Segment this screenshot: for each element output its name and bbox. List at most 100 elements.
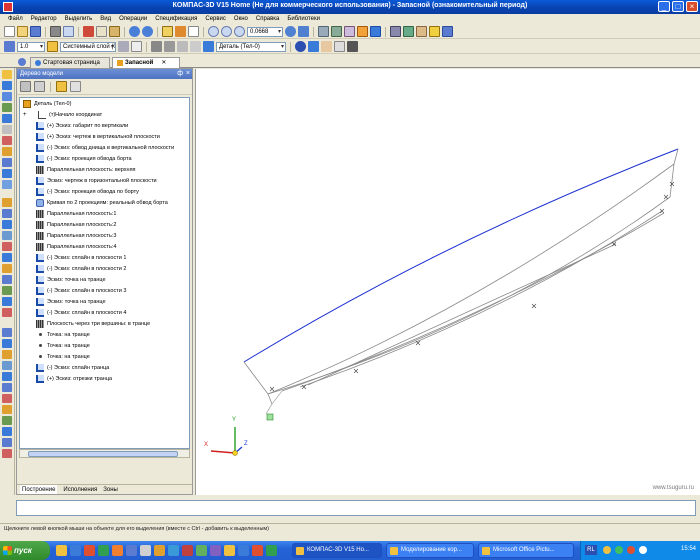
fillet-tool-icon[interactable] (2, 275, 12, 284)
offset-tool-icon[interactable] (2, 286, 12, 295)
tray-icon[interactable] (603, 546, 611, 554)
tree-item[interactable]: (-) Эскиз: сплайн в плоскости 1 (20, 252, 189, 263)
quicklaunch-icon[interactable] (266, 545, 277, 556)
part-icon[interactable] (203, 41, 214, 52)
expand-icon[interactable]: + (23, 112, 30, 118)
quicklaunch-icon[interactable] (84, 545, 95, 556)
tree-item[interactable]: (-) Эскиз: обвод днища в вертикальной пл… (20, 142, 189, 153)
menu-window[interactable]: Окно (234, 16, 248, 22)
tab-close-icon[interactable]: ✕ (161, 58, 166, 69)
tree-item[interactable]: Параллельная плоскость:1 (20, 208, 189, 219)
curve-2-proj-icon[interactable] (2, 328, 12, 337)
conic-curve-icon[interactable] (2, 427, 12, 436)
pin-icon[interactable]: ф (177, 69, 183, 79)
structure-view-icon[interactable] (34, 81, 45, 92)
quicklaunch-icon[interactable] (210, 545, 221, 556)
perspective-icon[interactable] (390, 26, 401, 37)
tree-item[interactable]: Кривая по 2 проекциям: реальный обвод бо… (20, 197, 189, 208)
clock[interactable]: 15:54 (681, 546, 696, 552)
tray-icon[interactable] (639, 546, 647, 554)
tree-item[interactable]: Точка: на транце (20, 351, 189, 362)
view-icon[interactable] (334, 41, 345, 52)
tree-item[interactable]: Параллельная плоскость: верхняя (20, 164, 189, 175)
tab-zapasnoy[interactable]: Запасной ✕ (112, 57, 180, 68)
tree-item[interactable]: Плоскость через три вершины: в транце (20, 318, 189, 329)
quicklaunch-icon[interactable] (112, 545, 123, 556)
grid-icon[interactable] (4, 41, 15, 52)
snap-icon[interactable] (416, 26, 427, 37)
sheet-metal-icon[interactable] (321, 41, 332, 52)
menu-select[interactable]: Выделить (65, 16, 93, 22)
tree-item[interactable]: (+) Эскиз: отрезки транца (20, 373, 189, 384)
taskbar-button-kompas[interactable]: КОМПАС-3D V15 Ho... (292, 543, 382, 558)
trim-tool-icon[interactable] (2, 297, 12, 306)
silhouette-icon[interactable] (2, 383, 12, 392)
tree-item[interactable]: Точка: на транце (20, 329, 189, 340)
menu-operations[interactable]: Операции (119, 16, 147, 22)
break-curve-icon[interactable] (2, 449, 12, 458)
properties-icon[interactable] (162, 26, 173, 37)
quicklaunch-icon[interactable] (252, 545, 263, 556)
wireframe-icon[interactable] (344, 26, 355, 37)
bridge-curve-icon[interactable] (2, 416, 12, 425)
zoom-value-combo[interactable]: 0.0668 (247, 26, 283, 37)
contour-tool-icon[interactable] (2, 264, 12, 273)
tree-item[interactable]: (-) Эскиз: сплайн транца (20, 362, 189, 373)
cut-icon[interactable] (83, 26, 94, 37)
quicklaunch-icon[interactable] (182, 545, 193, 556)
tray-icon[interactable] (627, 546, 635, 554)
tree-item[interactable]: Параллельная плоскость:3 (20, 230, 189, 241)
save-icon[interactable] (30, 26, 41, 37)
command-input[interactable] (16, 500, 696, 516)
reports-icon[interactable] (2, 169, 12, 178)
equidistant-icon[interactable] (2, 405, 12, 414)
tab-variants[interactable]: Исполнения (63, 485, 97, 494)
filter-icon[interactable] (403, 26, 414, 37)
composite-curve-icon[interactable] (2, 372, 12, 381)
copy-icon[interactable] (96, 26, 107, 37)
rotate-icon[interactable] (285, 26, 296, 37)
tree-item[interactable]: (-) Эскиз: проекция обвода борта (20, 153, 189, 164)
menu-file[interactable]: Файл (8, 16, 23, 22)
zoom-in-icon[interactable] (208, 26, 219, 37)
menu-specification[interactable]: Спецификация (155, 16, 197, 22)
tree-item[interactable]: Эскиз: чертеж в горизонтальной плоскости (20, 175, 189, 186)
tabs-menu-icon[interactable] (18, 58, 26, 66)
options-icon[interactable] (442, 26, 453, 37)
point-tool-icon[interactable] (2, 198, 12, 207)
manager-icon[interactable] (175, 26, 186, 37)
tree-item[interactable]: Точка: на транце (20, 340, 189, 351)
spline-tool-icon[interactable] (2, 231, 12, 240)
model-viewport[interactable]: X Y Z www.tsuguru.ru (195, 69, 700, 495)
menu-help[interactable]: Справка (256, 16, 280, 22)
quicklaunch-icon[interactable] (168, 545, 179, 556)
zoom-window-icon[interactable] (234, 26, 245, 37)
filter-tree-icon[interactable] (70, 81, 81, 92)
new-document-icon[interactable] (4, 26, 15, 37)
line-tool-icon[interactable] (2, 209, 12, 218)
panel-close-icon[interactable]: × (186, 69, 190, 79)
start-button[interactable]: пуск (0, 541, 50, 560)
fillet-curve-icon[interactable] (2, 438, 12, 447)
measure-icon[interactable] (2, 136, 12, 145)
zoom-out-icon[interactable] (221, 26, 232, 37)
tree-item[interactable]: (-) Эскиз: сплайн в плоскости 3 (20, 285, 189, 296)
quicklaunch-icon[interactable] (56, 545, 67, 556)
isoline-icon[interactable] (2, 339, 12, 348)
material-icon[interactable] (308, 41, 319, 52)
menu-view[interactable]: Вид (100, 16, 111, 22)
taskbar-button-modeling[interactable]: Моделирование кор... (386, 543, 474, 558)
open-folder-icon[interactable] (17, 26, 28, 37)
library-icon[interactable] (429, 26, 440, 37)
tree-item[interactable]: Эскиз: точка на транце (20, 274, 189, 285)
checkbox-icon[interactable] (131, 41, 142, 52)
tree-item-origin[interactable]: + (т)Начало координат (20, 109, 189, 120)
tree-view-icon[interactable] (20, 81, 31, 92)
quicklaunch-icon[interactable] (196, 545, 207, 556)
close-button[interactable]: × (686, 1, 698, 12)
undo-icon[interactable] (129, 26, 140, 37)
quicklaunch-icon[interactable] (140, 545, 151, 556)
pan-icon[interactable] (298, 26, 309, 37)
print-icon[interactable] (50, 26, 61, 37)
tab-start-page[interactable]: Стартовая страница (30, 57, 110, 68)
